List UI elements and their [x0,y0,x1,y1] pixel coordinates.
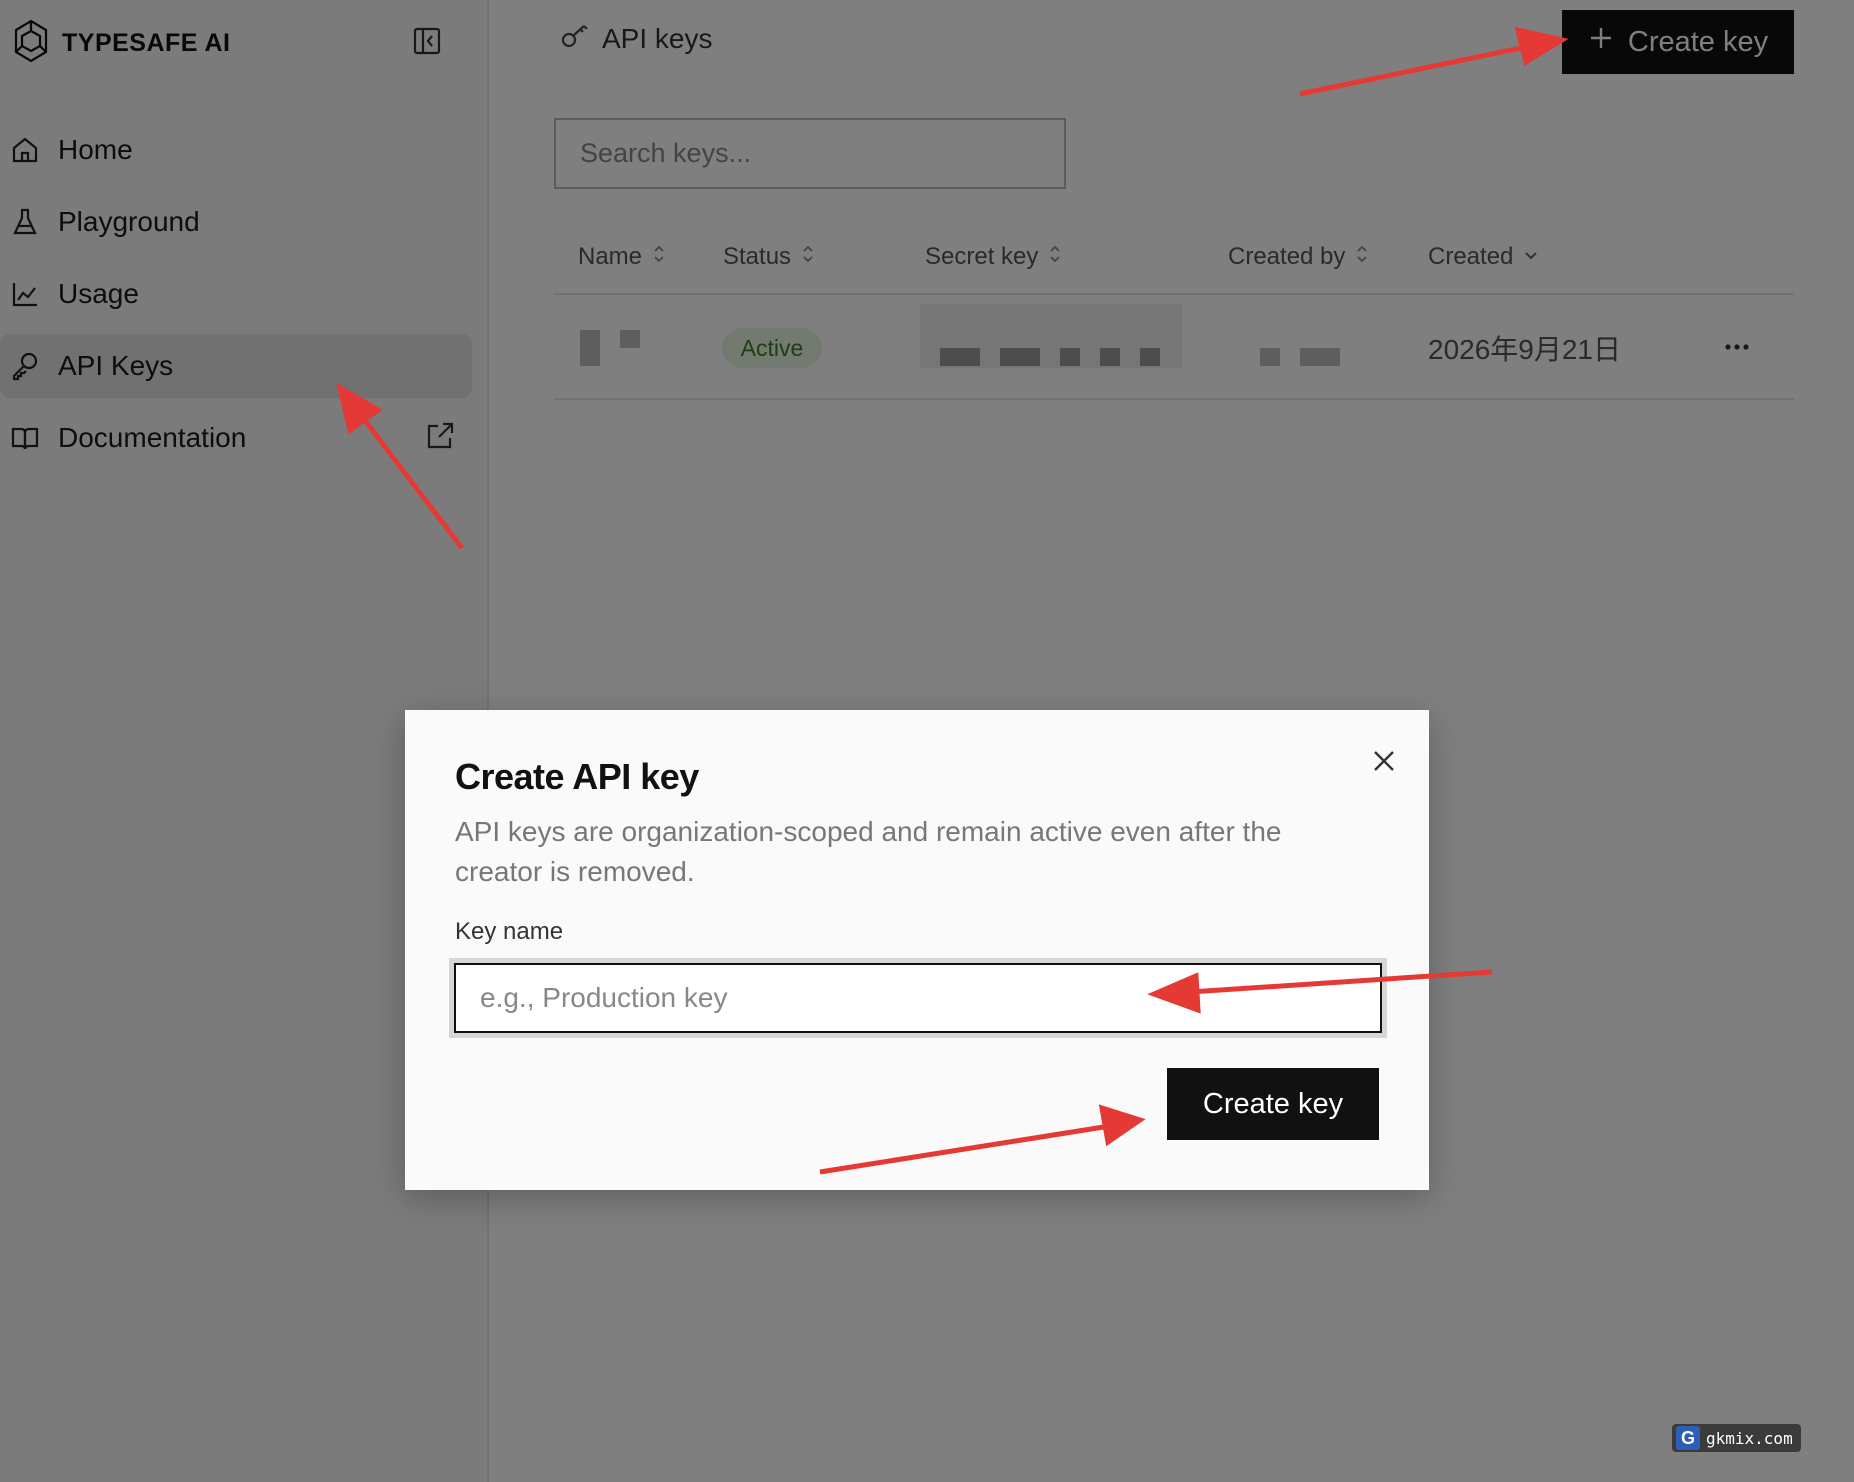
app-root: TYPESAFE AI Home Playground Usage [0,0,1854,1482]
key-name-input[interactable] [454,963,1382,1033]
key-name-focus-ring [449,958,1387,1038]
watermark-text: gkmix.com [1706,1428,1793,1448]
dialog-description: API keys are organization-scoped and rem… [455,816,1282,887]
dialog-create-key-button[interactable]: Create key [1167,1068,1379,1140]
watermark: G gkmix.com [1672,1424,1801,1452]
close-icon[interactable] [1369,746,1401,778]
create-api-key-dialog: Create API key API keys are organization… [405,710,1429,1190]
key-name-label: Key name [455,918,564,945]
dialog-title: Create API key [455,756,699,797]
watermark-logo: G [1676,1426,1700,1450]
